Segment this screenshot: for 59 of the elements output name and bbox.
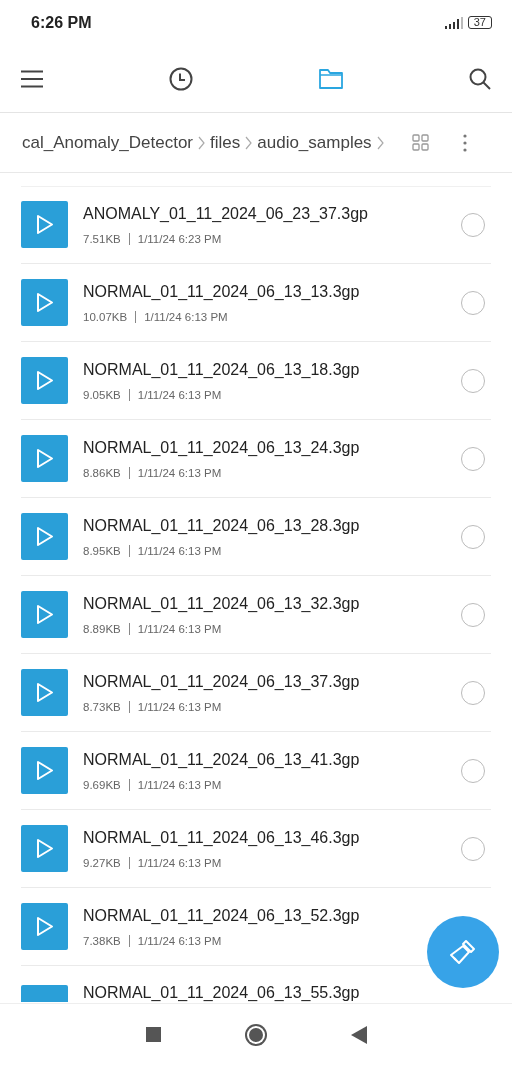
file-date: 1/11/24 6:13 PM	[144, 310, 228, 323]
file-size: 9.27KB	[83, 856, 121, 869]
status-time: 6:26 PM	[31, 13, 92, 32]
file-name: NORMAL_01_11_2024_06_13_28.3gp	[83, 516, 361, 535]
audio-file-icon	[21, 747, 68, 794]
breadcrumb-item[interactable]: audio_samples	[257, 132, 372, 153]
file-date: 1/11/24 6:13 PM	[137, 544, 222, 557]
file-name: NORMAL_01_11_2024_06_13_24.3gp	[83, 438, 361, 457]
audio-file-icon	[21, 435, 68, 482]
file-size: 7.51KB	[83, 232, 121, 245]
recents-button[interactable]	[145, 1027, 161, 1042]
search-icon[interactable]	[469, 67, 491, 90]
breadcrumb-item[interactable]: cal_Anomaly_Detector	[22, 132, 194, 153]
file-name: ANOMALY_01_11_2024_06_23_37.3gp	[83, 204, 369, 223]
file-date: 1/11/24 6:13 PM	[137, 934, 222, 947]
file-size: 8.95KB	[83, 544, 121, 557]
file-date: 1/11/24 6:13 PM	[137, 466, 222, 479]
audio-file-icon	[21, 357, 68, 404]
menu-icon[interactable]	[21, 69, 43, 88]
file-date: 1/11/24 6:13 PM	[137, 388, 222, 401]
file-name: NORMAL_01_11_2024_06_13_32.3gp	[83, 594, 361, 613]
battery-indicator: 37	[467, 16, 492, 29]
grid-view-icon[interactable]	[412, 134, 429, 151]
file-size: 8.86KB	[83, 466, 121, 479]
audio-file-icon	[21, 985, 68, 1002]
folder-icon[interactable]	[319, 68, 343, 89]
file-size: 8.89KB	[83, 622, 121, 635]
file-date: 1/11/24 6:13 PM	[137, 622, 222, 635]
file-name: NORMAL_01_11_2024_06_13_37.3gp	[83, 672, 361, 691]
file-size: 9.69KB	[83, 778, 121, 791]
clock-icon[interactable]	[169, 66, 193, 91]
chevron-icon	[376, 135, 384, 150]
audio-file-icon	[21, 201, 68, 248]
file-size: 7.38KB	[83, 934, 121, 947]
file-name: NORMAL_01_11_2024_06_13_13.3gp	[83, 282, 361, 301]
file-date: 1/11/24 6:13 PM	[137, 856, 222, 869]
chevron-icon	[245, 135, 253, 150]
file-size: 8.73KB	[83, 700, 121, 713]
file-size: 9.05KB	[83, 388, 121, 401]
audio-file-icon	[21, 513, 68, 560]
breadcrumb-item[interactable]: files	[210, 132, 241, 153]
audio-file-icon	[21, 591, 68, 638]
file-date: 1/11/24 6:13 PM	[137, 778, 222, 791]
file-date: 1/11/24 6:13 PM	[137, 700, 222, 713]
back-button[interactable]	[350, 1025, 367, 1044]
audio-file-icon	[21, 669, 68, 716]
file-size: 10.07KB	[83, 310, 128, 323]
file-name: NORMAL_01_11_2024_06_13_46.3gp	[83, 828, 361, 847]
file-name: NORMAL_01_11_2024_06_13_41.3gp	[83, 750, 361, 769]
chevron-icon	[198, 135, 206, 150]
file-name: NORMAL_01_11_2024_06_13_52.3gp	[83, 906, 361, 925]
file-name: NORMAL_01_11_2024_06_13_18.3gp	[83, 360, 361, 379]
signal-icon	[444, 16, 463, 29]
file-name: NORMAL_01_11_2024_06_13_55.3gp	[83, 984, 361, 1002]
audio-file-icon	[21, 825, 68, 872]
file-date: 1/11/24 6:23 PM	[137, 232, 222, 245]
more-icon[interactable]	[463, 133, 467, 152]
audio-file-icon	[21, 903, 68, 950]
audio-file-icon	[21, 279, 68, 326]
